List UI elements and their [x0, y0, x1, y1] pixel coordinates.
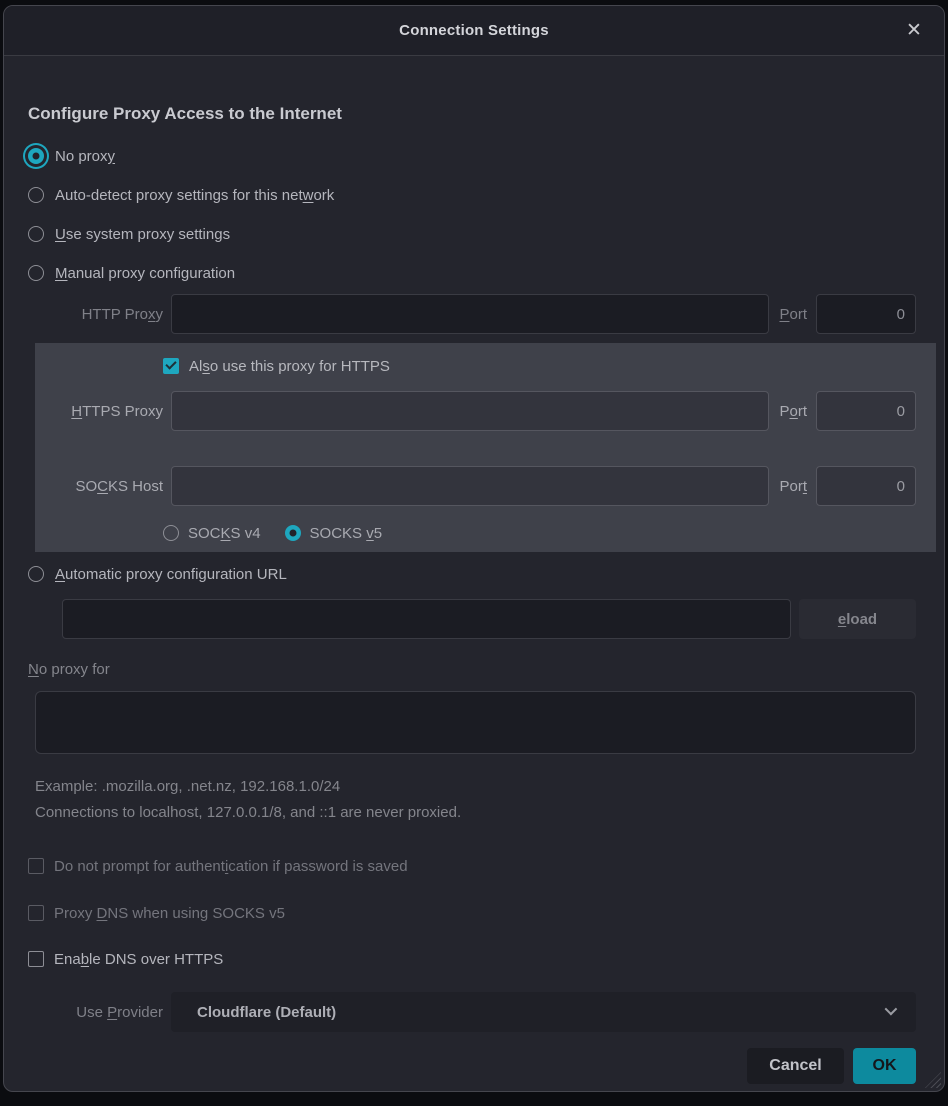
radio-icon-system-proxy: [28, 226, 44, 242]
radio-no-proxy[interactable]: No proxy: [28, 142, 916, 170]
radio-socks-v4-label[interactable]: SOCKS v4: [188, 525, 261, 542]
radio-icon-socks-v4[interactable]: [163, 525, 179, 541]
http-port-label: Port: [779, 306, 807, 323]
checkbox-icon-enable-doh: [28, 951, 44, 967]
checkbox-enable-doh[interactable]: Enable DNS over HTTPS: [28, 945, 916, 973]
highlighted-section: Also use this proxy for HTTPS HTTPS Prox…: [35, 343, 936, 552]
dialog-title: Connection Settings: [399, 22, 549, 39]
socks-version-row: SOCKS v4 SOCKS v5: [163, 520, 916, 546]
close-button[interactable]: ✕: [900, 17, 928, 45]
auto-url-input-row: eload: [62, 599, 916, 639]
no-proxy-for-label: No proxy for: [28, 661, 916, 683]
no-proxy-example-text: Example: .mozilla.org, .net.nz, 192.168.…: [35, 778, 916, 800]
cancel-button[interactable]: Cancel: [747, 1048, 844, 1084]
radio-icon-socks-v5: [285, 525, 301, 541]
http-port-input[interactable]: [816, 294, 916, 334]
socks-host-row: SOCKS Host Port: [35, 466, 916, 506]
auto-url-input[interactable]: [62, 599, 791, 639]
dialog-body: Configure Proxy Access to the Internet N…: [4, 56, 944, 1091]
reload-button[interactable]: eload: [799, 599, 916, 639]
radio-manual-proxy[interactable]: Manual proxy configuration: [28, 259, 916, 287]
also-use-https-checkbox-row[interactable]: Also use this proxy for HTTPS: [163, 353, 916, 379]
socks-port-input[interactable]: [816, 466, 916, 506]
https-proxy-row: HTTPS Proxy Port: [35, 391, 916, 431]
checkbox-no-prompt-auth-label: Do not prompt for authentication if pass…: [54, 858, 408, 875]
radio-socks-v5[interactable]: SOCKS v5: [285, 525, 383, 542]
https-port-input[interactable]: [816, 391, 916, 431]
radio-system-proxy-label: Use system proxy settings: [55, 226, 230, 243]
close-icon: ✕: [906, 21, 922, 40]
checkbox-no-prompt-auth[interactable]: Do not prompt for authentication if pass…: [28, 852, 916, 880]
radio-icon-manual-proxy: [28, 265, 44, 281]
radio-no-proxy-label: No proxy: [55, 148, 115, 165]
checkbox-proxy-dns-label: Proxy DNS when using SOCKS v5: [54, 905, 285, 922]
page-title: Configure Proxy Access to the Internet: [28, 104, 916, 124]
doh-provider-selected-value: Cloudflare (Default): [197, 1004, 336, 1021]
http-proxy-label: HTTP Proxy: [28, 306, 163, 323]
radio-auto-detect[interactable]: Auto-detect proxy settings for this netw…: [28, 181, 916, 209]
no-proxy-for-textarea[interactable]: [35, 691, 916, 754]
http-proxy-row: HTTP Proxy Port: [28, 294, 916, 334]
ok-button[interactable]: OK: [853, 1048, 916, 1084]
http-proxy-input[interactable]: [171, 294, 769, 334]
connection-settings-dialog: Connection Settings ✕ Configure Proxy Ac…: [3, 5, 945, 1092]
https-proxy-label: HTTPS Proxy: [35, 403, 163, 420]
socks-host-input[interactable]: [171, 466, 769, 506]
radio-auto-detect-label: Auto-detect proxy settings for this netw…: [55, 187, 334, 204]
doh-provider-row: Use Provider Cloudflare (Default): [28, 992, 916, 1032]
doh-provider-dropdown[interactable]: Cloudflare (Default): [171, 992, 916, 1032]
dialog-titlebar: Connection Settings ✕: [4, 6, 944, 56]
radio-icon-auto-detect: [28, 187, 44, 203]
socks-port-label: Port: [779, 478, 807, 495]
radio-auto-url[interactable]: Automatic proxy configuration URL: [28, 560, 916, 588]
checkbox-icon-no-prompt-auth: [28, 858, 44, 874]
https-port-label: Port: [779, 403, 807, 420]
checkbox-enable-doh-label: Enable DNS over HTTPS: [54, 951, 223, 968]
https-proxy-input[interactable]: [171, 391, 769, 431]
socks-host-label: SOCKS Host: [35, 478, 163, 495]
radio-socks-v5-label: SOCKS v5: [310, 525, 383, 542]
radio-icon-auto-url: [28, 566, 44, 582]
also-use-https-label: Also use this proxy for HTTPS: [189, 358, 390, 375]
radio-system-proxy[interactable]: Use system proxy settings: [28, 220, 916, 248]
checkbox-icon-also-use-https: [163, 358, 179, 374]
dialog-footer: Cancel OK: [28, 1048, 916, 1084]
checkbox-proxy-dns[interactable]: Proxy DNS when using SOCKS v5: [28, 899, 916, 927]
chevron-down-icon: [885, 1003, 898, 1016]
radio-icon-no-proxy: [28, 148, 44, 164]
localhost-note-text: Connections to localhost, 127.0.0.1/8, a…: [35, 804, 916, 826]
radio-manual-proxy-label: Manual proxy configuration: [55, 265, 235, 282]
radio-auto-url-label: Automatic proxy configuration URL: [55, 566, 287, 583]
checkbox-icon-proxy-dns: [28, 905, 44, 921]
use-provider-label: Use Provider: [28, 1004, 163, 1021]
